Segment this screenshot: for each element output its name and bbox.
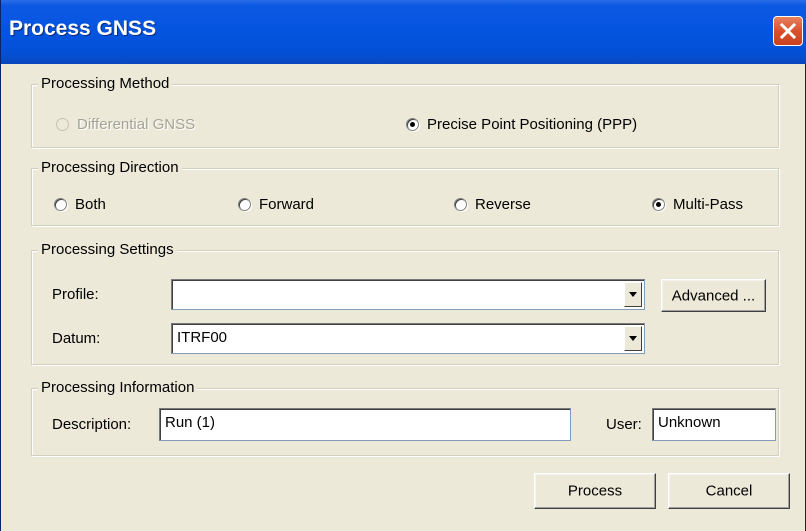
processing-settings-title: Processing Settings	[38, 240, 177, 260]
radio-label: Reverse	[475, 195, 531, 213]
profile-label: Profile:	[52, 286, 99, 303]
processing-settings-group: Processing Settings Profile: Advanced ..…	[31, 240, 779, 365]
advanced-button-label: Advanced ...	[671, 287, 756, 304]
chevron-down-icon[interactable]	[624, 282, 642, 307]
window-title: Process GNSS	[9, 17, 157, 40]
process-gnss-dialog: Process GNSS Processing Method Different…	[0, 0, 806, 531]
radio-differential-gnss[interactable]: Differential GNSS	[56, 113, 195, 135]
profile-dropdown[interactable]	[171, 279, 645, 310]
radio-circle	[652, 197, 665, 211]
processing-method-group: Processing Method Differential GNSS Prec…	[31, 74, 779, 148]
cancel-button-label: Cancel	[705, 482, 753, 500]
radio-circle	[454, 197, 467, 211]
radio-label: Both	[75, 195, 106, 213]
radio-circle	[54, 197, 67, 211]
processing-information-group: Processing Information Description: Run …	[31, 378, 779, 456]
process-button[interactable]: Process	[534, 473, 656, 509]
description-label: Description:	[52, 416, 132, 433]
processing-direction-title: Processing Direction	[38, 158, 182, 178]
description-field[interactable]: Run (1)	[159, 408, 571, 441]
advanced-button[interactable]: Advanced ...	[661, 279, 766, 312]
user-value: Unknown	[658, 414, 721, 431]
radio-circle	[406, 117, 419, 131]
radio-both[interactable]: Both	[54, 193, 106, 215]
processing-direction-group: Processing Direction Both Forward Revers…	[31, 158, 779, 226]
radio-label: Forward	[259, 195, 315, 213]
radio-circle	[238, 197, 251, 211]
chevron-down-icon[interactable]	[624, 326, 642, 351]
radio-ppp[interactable]: Precise Point Positioning (PPP)	[406, 113, 637, 135]
close-icon	[779, 22, 797, 40]
cancel-button[interactable]: Cancel	[668, 473, 790, 509]
description-value: Run (1)	[165, 414, 216, 431]
process-button-label: Process	[567, 482, 623, 500]
radio-forward[interactable]: Forward	[238, 193, 314, 215]
title-bar[interactable]: Process GNSS	[1, 0, 806, 64]
processing-information-title: Processing Information	[38, 378, 198, 398]
radio-label: Precise Point Positioning (PPP)	[427, 115, 638, 133]
processing-method-title: Processing Method	[38, 74, 173, 94]
datum-dropdown[interactable]: ITRF00	[171, 323, 645, 354]
close-button[interactable]	[773, 16, 803, 46]
radio-circle	[56, 117, 69, 131]
radio-multi-pass[interactable]: Multi-Pass	[652, 193, 743, 215]
radio-label: Differential GNSS	[77, 115, 196, 133]
user-field[interactable]: Unknown	[652, 408, 776, 441]
datum-value: ITRF00	[177, 329, 228, 346]
datum-label: Datum:	[52, 330, 101, 347]
user-label: User:	[606, 416, 642, 433]
radio-reverse[interactable]: Reverse	[454, 193, 531, 215]
radio-label: Multi-Pass	[673, 195, 744, 213]
